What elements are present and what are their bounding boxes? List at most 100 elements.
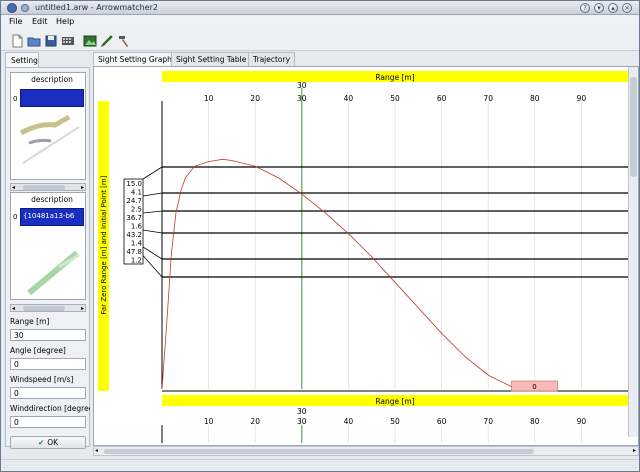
- scroll-right-icon[interactable]: ▸: [81, 184, 84, 191]
- range-marker-label-top: 30: [297, 81, 307, 90]
- sight-mark-label: 2.5: [131, 206, 142, 214]
- toolbar: [1, 29, 639, 51]
- x-tick-label-bottom: 40: [344, 417, 354, 426]
- range-marker-label-bottom: 30: [297, 407, 307, 416]
- x-tick-label-top: 70: [483, 94, 493, 103]
- arrow-list-scrollbar[interactable]: ◂ ▸: [10, 304, 86, 312]
- settings-box: description 0 ◂ ▸ description 0 {10481a1…: [5, 67, 90, 449]
- sight-mark-label: 1.4: [131, 240, 143, 248]
- image-icon[interactable]: [82, 33, 97, 47]
- range-field[interactable]: 30: [10, 329, 86, 341]
- tab-sight-setting-graph[interactable]: Sight Setting Graph: [93, 52, 177, 67]
- hammer-icon[interactable]: [115, 33, 129, 47]
- app-icon[interactable]: [7, 3, 17, 13]
- window-title: untitled1.arw - Arrowmatcher2: [35, 3, 158, 12]
- row-number: 0: [13, 95, 18, 103]
- pin-icon[interactable]: [21, 4, 29, 12]
- tab-setting[interactable]: Setting: [5, 52, 39, 67]
- scroll-right-icon[interactable]: ▸: [81, 305, 84, 312]
- winddirection-field[interactable]: 0: [10, 416, 86, 428]
- application-window: untitled1.arw - Arrowmatcher2 ? ▾ ▴ × Fi…: [0, 0, 640, 472]
- x-tick-label-bottom: 50: [390, 417, 400, 426]
- y-axis-label: Far Zero Range [m] and Initial Point [m]: [100, 175, 108, 314]
- sight-mark-label: 1.6: [131, 223, 143, 231]
- row-number: 0: [13, 213, 18, 221]
- horizontal-scrollbar[interactable]: ◂ ▸: [93, 446, 639, 456]
- sight-mark-label: 15.0: [126, 180, 142, 188]
- menu-bar: File Edit Help: [1, 15, 639, 29]
- x-tick-label-top: 40: [344, 94, 354, 103]
- sight-mark-connector: [142, 246, 163, 260]
- x-axis-label-top: Range [m]: [375, 73, 414, 82]
- scroll-right-icon[interactable]: ▸: [633, 447, 636, 454]
- sight-list[interactable]: description 0: [10, 72, 86, 180]
- x-tick-label-bottom: 30: [297, 417, 307, 426]
- close-icon[interactable]: ×: [622, 3, 632, 13]
- pencil-icon[interactable]: [99, 33, 113, 48]
- arrow-list-header: description: [31, 195, 73, 204]
- maximize-icon[interactable]: ▴: [608, 3, 618, 13]
- x-tick-label-bottom: 80: [530, 417, 540, 426]
- scroll-left-icon[interactable]: ◂: [95, 447, 98, 454]
- sight-mark-connector: [142, 166, 163, 180]
- x-tick-label-top: 60: [437, 94, 447, 103]
- x-axis-label-bottom: Range [m]: [375, 397, 414, 406]
- ok-button[interactable]: ✔ OK: [10, 436, 86, 449]
- x-tick-label-bottom: 20: [250, 417, 260, 426]
- x-tick-label-bottom: 60: [437, 417, 447, 426]
- x-tick-label-top: 90: [577, 94, 587, 103]
- sight-list-header: description: [31, 75, 73, 84]
- range-label: Range [m]: [10, 317, 50, 326]
- sight-mark-label: 43.2: [126, 231, 142, 239]
- arrow-list[interactable]: description 0 {10481a13-b6: [10, 192, 86, 300]
- menu-edit[interactable]: Edit: [32, 17, 48, 26]
- menu-help[interactable]: Help: [56, 17, 74, 26]
- help-icon[interactable]: ?: [580, 3, 590, 13]
- sight-color-cell[interactable]: [20, 89, 84, 107]
- save-icon[interactable]: [43, 33, 57, 47]
- scroll-left-icon[interactable]: ◂: [12, 305, 15, 312]
- ok-label: OK: [47, 438, 59, 447]
- x-tick-label-bottom: 90: [577, 417, 587, 426]
- sight-mark-connector: [142, 210, 163, 214]
- menu-file[interactable]: File: [9, 17, 22, 26]
- sight-mark-connector: [142, 192, 163, 197]
- winddirection-label: Winddirection [degree]: [10, 404, 90, 413]
- endpoint-label: 0: [532, 383, 536, 391]
- tab-trajectory[interactable]: Trajectory: [248, 52, 296, 66]
- angle-field[interactable]: 0: [10, 358, 86, 370]
- scroll-left-icon[interactable]: ◂: [12, 184, 15, 191]
- x-tick-label-top: 20: [250, 94, 260, 103]
- x-tick-label-top: 50: [390, 94, 400, 103]
- trajectory-line: [161, 158, 526, 390]
- x-tick-label-bottom: 70: [483, 417, 493, 426]
- open-file-icon[interactable]: [26, 33, 41, 47]
- checkmark-icon: ✔: [37, 438, 45, 447]
- tab-sight-setting-table[interactable]: Sight Setting Table: [171, 52, 252, 66]
- calculator-icon[interactable]: [60, 33, 74, 47]
- title-bar: untitled1.arw - Arrowmatcher2 ? ▾ ▴ ×: [1, 1, 639, 15]
- sight-preview-image: [19, 114, 80, 164]
- sight-mark-label: 36.7: [126, 214, 142, 222]
- status-bar: [1, 459, 639, 471]
- settings-panel: Setting description 0 ◂ ▸ description 0: [5, 51, 90, 449]
- sight-mark-label: 24.7: [126, 197, 142, 205]
- sight-graph-pane: Range [m] Range [m] Far Zero Range [m] and…: [93, 66, 639, 446]
- x-tick-label-top: 10: [204, 94, 214, 103]
- x-tick-label-top: 80: [530, 94, 540, 103]
- sight-mark-connector: [142, 229, 163, 234]
- vertical-scrollbar[interactable]: [628, 67, 638, 437]
- sight-setting-chart: Range [m] Range [m] Far Zero Range [m] and…: [98, 71, 628, 443]
- arrow-preview-image: [27, 250, 80, 296]
- new-file-icon[interactable]: [9, 33, 23, 48]
- angle-label: Angle [degree]: [10, 346, 66, 355]
- windspeed-field[interactable]: 0: [10, 387, 86, 399]
- sight-list-scrollbar[interactable]: ◂ ▸: [10, 183, 86, 191]
- sight-mark-label: 47.8: [126, 248, 142, 256]
- x-tick-label-bottom: 10: [204, 417, 214, 426]
- windspeed-label: Windspeed [m/s]: [10, 375, 74, 384]
- sight-mark-label: 4.1: [131, 189, 142, 197]
- sight-mark-connector: [142, 255, 163, 278]
- minimize-icon[interactable]: ▾: [594, 3, 604, 13]
- arrow-id-cell[interactable]: {10481a13-b6: [20, 208, 84, 226]
